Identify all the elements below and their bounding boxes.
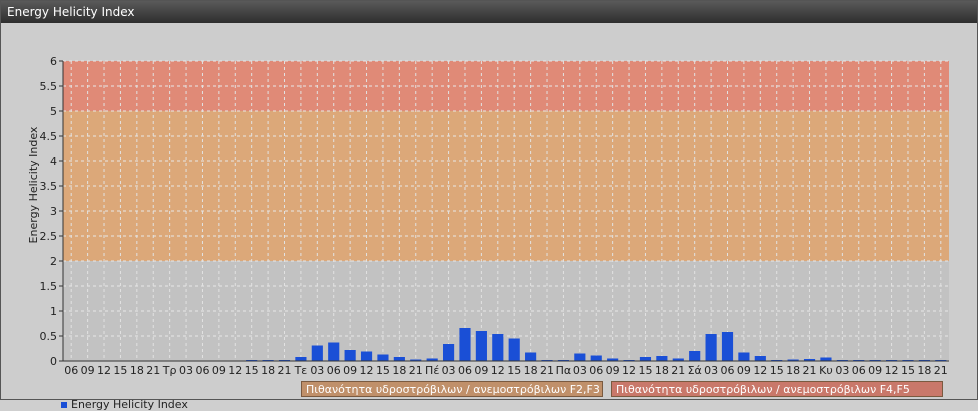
bar — [754, 356, 766, 361]
x-tick-label: 09 — [81, 364, 95, 377]
bar — [705, 334, 717, 361]
y-tick-label: 3.5 — [40, 180, 58, 193]
x-tick-label: 03 — [442, 364, 456, 377]
x-tick-label: 03 — [310, 364, 324, 377]
x-tick-label: Πα — [556, 364, 572, 377]
bar — [328, 342, 340, 361]
x-tick-label: 09 — [737, 364, 751, 377]
x-tick-label: 12 — [360, 364, 374, 377]
x-tick-label: 15 — [507, 364, 521, 377]
bar — [738, 352, 750, 361]
x-tick-label: 06 — [721, 364, 735, 377]
bar — [459, 328, 471, 361]
bar — [639, 357, 652, 361]
x-tick-label: 21 — [409, 364, 423, 377]
x-tick-label: 03 — [179, 364, 193, 377]
x-tick-label: 18 — [130, 364, 144, 377]
x-tick-label: Τε — [294, 364, 308, 377]
y-tick-label: 3 — [50, 205, 57, 218]
x-tick-label: 21 — [146, 364, 160, 377]
x-tick-label: 12 — [97, 364, 111, 377]
y-tick-label: 5.5 — [40, 80, 58, 93]
x-tick-label: 06 — [195, 364, 209, 377]
chart-window: Energy Helicity Index 0 0.5 1 1.5 2 2.5 3 3.5 4 4… — [0, 0, 978, 411]
x-tick-label: 18 — [261, 364, 275, 377]
x-tick-label: 03 — [704, 364, 718, 377]
x-tick-label: 12 — [753, 364, 767, 377]
y-tick-label: 2.5 — [40, 230, 58, 243]
x-tick-label: 06 — [589, 364, 603, 377]
x-tick-label: 03 — [573, 364, 587, 377]
bar — [442, 344, 455, 361]
bar — [492, 334, 504, 361]
x-tick-label: 18 — [392, 364, 406, 377]
x-tick-label: 03 — [835, 364, 849, 377]
x-tick-label: 06 — [327, 364, 341, 377]
y-tick-label: 0 — [50, 355, 57, 368]
bar — [393, 357, 405, 361]
x-tick-label: 12 — [622, 364, 636, 377]
x-tick-label: 09 — [212, 364, 226, 377]
bar — [311, 345, 323, 361]
x-tick-label: 12 — [228, 364, 242, 377]
x-tick-label: 15 — [245, 364, 259, 377]
bar — [689, 351, 701, 361]
y-axis-label: Energy Helicity Index — [27, 126, 40, 243]
bar — [574, 353, 586, 361]
x-tick-label: 09 — [343, 364, 357, 377]
window-title: Energy Helicity Index — [1, 1, 977, 23]
x-tick-label: Σά — [688, 364, 702, 377]
x-tick-label: 15 — [901, 364, 915, 377]
x-tick-label: 21 — [278, 364, 292, 377]
bar — [295, 357, 307, 361]
x-tick-label: 15 — [113, 364, 127, 377]
x-tick-label: 18 — [786, 364, 800, 377]
x-tick-label: 09 — [868, 364, 882, 377]
y-tick-label: 0.5 — [40, 330, 58, 343]
x-tick-label: 06 — [458, 364, 472, 377]
x-tick-label: Τρ — [162, 364, 177, 377]
x-tick-label: Πέ — [425, 364, 439, 377]
x-tick-label: 21 — [803, 364, 817, 377]
y-tick-label: 2 — [50, 255, 57, 268]
chart-svg: 00.511.522.533.544.555.5606 09 12 15 18 21 Τρ 0… — [27, 55, 949, 377]
y-tick-label: 1 — [50, 305, 57, 318]
x-tick-label: 18 — [917, 364, 931, 377]
y-tick-label: 4 — [50, 155, 57, 168]
bar — [344, 350, 356, 361]
x-tick-label: 21 — [671, 364, 685, 377]
x-tick-label: 09 — [474, 364, 488, 377]
y-tick-label: 5 — [50, 105, 57, 118]
series-legend-swatch — [61, 401, 67, 408]
bar — [360, 351, 373, 361]
x-tick-label: 15 — [376, 364, 390, 377]
x-tick-label: Κυ — [819, 364, 833, 377]
x-tick-label: 12 — [491, 364, 505, 377]
x-tick-label: 18 — [655, 364, 669, 377]
x-tick-label: 12 — [885, 364, 899, 377]
x-tick-label: 15 — [770, 364, 784, 377]
bar — [721, 332, 734, 361]
bar — [508, 338, 520, 361]
x-tick-label: 21 — [540, 364, 554, 377]
y-tick-label: 1.5 — [40, 280, 58, 293]
band-legend-f4f5: Πιθανότητα υδροστρόβιλων / ανεμοστρόβιλω… — [611, 381, 943, 397]
bar — [525, 352, 537, 361]
x-tick-label: 06 — [852, 364, 866, 377]
bar — [656, 356, 668, 361]
x-tick-label: 15 — [638, 364, 652, 377]
y-tick-label: 4.5 — [40, 130, 58, 143]
y-tick-label: 6 — [50, 55, 57, 68]
bar — [820, 357, 832, 361]
x-tick-label: 21 — [934, 364, 948, 377]
bar — [475, 331, 487, 361]
x-tick-label: 09 — [606, 364, 620, 377]
band-legend-f2f3: Πιθανότητα υδροστρόβιλων / ανεμοστρόβιλω… — [301, 381, 603, 397]
bar — [590, 355, 602, 361]
bar — [377, 354, 389, 361]
plot-area: 0 0.5 1 1.5 2 2.5 3 3.5 4 4.5 5 5.5 6 06 09 12 15 18 21 Τρ 0… — [1, 23, 977, 411]
x-tick-label: 18 — [524, 364, 538, 377]
x-tick-label: 06 — [64, 364, 78, 377]
